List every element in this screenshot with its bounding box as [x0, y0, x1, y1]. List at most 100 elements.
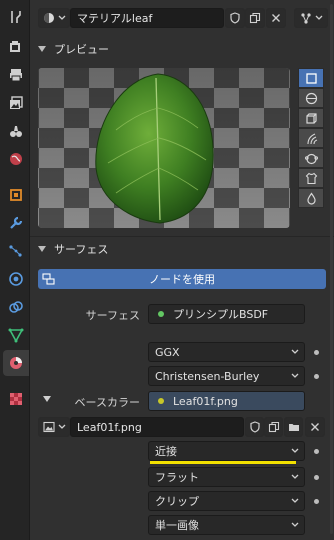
expand-triangle-icon[interactable] — [43, 396, 51, 402]
shader-socket-icon — [158, 311, 164, 317]
tab-modifiers[interactable] — [3, 210, 29, 236]
base-color-input[interactable]: Leaf01f.png — [148, 391, 305, 411]
monkey-icon — [304, 153, 318, 164]
chevron-down-icon — [291, 474, 299, 479]
preview-title: プレビュー — [54, 43, 109, 56]
node-editor-icon — [42, 273, 55, 285]
tab-material[interactable] — [3, 350, 29, 376]
projection-dropdown[interactable]: フラット — [148, 467, 305, 487]
duplicate-icon — [268, 421, 279, 433]
tab-output[interactable] — [3, 62, 29, 88]
unlink-image-button[interactable] — [305, 417, 325, 437]
collapse-triangle-icon — [38, 46, 46, 52]
close-icon — [311, 423, 319, 431]
chevron-down-icon — [291, 349, 299, 354]
keyframe-dot[interactable] — [314, 475, 319, 480]
image-source-dropdown[interactable]: 単一画像 — [148, 515, 305, 535]
collapse-triangle-icon — [38, 246, 46, 252]
tab-constraints[interactable] — [3, 294, 29, 320]
world-icon — [10, 153, 22, 165]
preview-shape-monkey[interactable] — [298, 148, 324, 168]
surface-shader-selector[interactable]: プリンシプルBSDF — [148, 304, 305, 324]
tab-texture[interactable] — [3, 386, 29, 412]
chevron-down-icon — [291, 448, 299, 453]
scrollbar[interactable] — [330, 4, 333, 534]
open-image-button[interactable] — [284, 417, 303, 437]
new-material-button[interactable] — [245, 8, 265, 28]
highlight-underline — [150, 461, 296, 464]
use-nodes-label: ノードを使用 — [149, 273, 215, 286]
keyframe-dot[interactable] — [314, 499, 319, 504]
material-icon — [10, 357, 22, 369]
tab-world[interactable] — [3, 146, 29, 172]
chevron-down-icon — [291, 498, 299, 503]
tab-scene[interactable] — [3, 118, 29, 144]
physics-icon — [9, 272, 23, 286]
particles-icon — [9, 245, 22, 257]
tab-particles[interactable] — [3, 238, 29, 264]
constraint-icon — [9, 301, 23, 313]
surface-section-header[interactable]: サーフェス — [30, 238, 334, 260]
tab-object[interactable] — [3, 182, 29, 208]
tab-physics[interactable] — [3, 266, 29, 292]
keyframe-dot[interactable] — [314, 374, 319, 379]
preview-shape-cloth[interactable] — [298, 168, 324, 188]
hair-icon — [306, 132, 317, 144]
fake-user-button[interactable] — [225, 8, 245, 28]
extension-value: クリップ — [155, 495, 199, 508]
keyframe-dot[interactable] — [314, 350, 319, 355]
color-socket-icon — [158, 398, 164, 404]
properties-tab-strip — [0, 0, 30, 540]
tab-tool[interactable] — [3, 4, 29, 30]
keyframe-dot[interactable] — [314, 449, 319, 454]
preview-render-image — [38, 68, 290, 228]
cube-icon — [305, 112, 317, 124]
surface-shader-value: プリンシプルBSDF — [173, 308, 269, 321]
folder-icon — [288, 424, 299, 431]
material-name: マテリアルleaf — [77, 12, 153, 25]
projection-value: フラット — [155, 471, 199, 484]
chevron-down-icon — [291, 373, 299, 378]
close-icon — [272, 14, 280, 22]
scene-icon — [10, 126, 22, 137]
shield-icon — [230, 12, 240, 24]
material-preview — [38, 68, 290, 228]
image-icon — [42, 421, 55, 433]
sphere-icon — [305, 92, 317, 104]
unlink-material-button[interactable] — [266, 8, 286, 28]
preview-shape-sphere[interactable] — [298, 88, 324, 108]
browse-image-button[interactable] — [38, 417, 70, 437]
preview-shape-selector — [298, 68, 324, 210]
browse-material-button[interactable] — [38, 8, 70, 28]
new-image-button[interactable] — [264, 417, 283, 437]
preview-section-header[interactable]: プレビュー — [30, 38, 334, 60]
distribution-dropdown[interactable]: GGX — [148, 342, 305, 362]
chevron-down-icon — [58, 15, 65, 20]
shield-icon — [249, 421, 260, 433]
material-name-field[interactable]: マテリアルleaf — [70, 8, 224, 28]
tab-view-layer[interactable] — [3, 90, 29, 116]
tool-icon — [11, 11, 21, 23]
image-fake-user-button[interactable] — [245, 417, 264, 437]
base-color-label: ベースカラー — [74, 396, 140, 409]
preview-shape-hair[interactable] — [298, 128, 324, 148]
use-nodes-button[interactable]: ノードを使用 — [38, 269, 326, 289]
image-name: Leaf01f.png — [77, 420, 142, 434]
preview-shape-fluid[interactable] — [298, 188, 324, 208]
chevron-down-icon — [58, 424, 65, 429]
interpolation-dropdown[interactable]: 近接 — [148, 441, 305, 461]
camera-back-icon — [10, 41, 20, 52]
extension-dropdown[interactable]: クリップ — [148, 491, 305, 511]
image-stack-icon — [10, 96, 23, 109]
node-tree-menu-button[interactable] — [294, 8, 328, 28]
preview-shape-plane[interactable] — [298, 68, 324, 88]
preview-shape-cube[interactable] — [298, 108, 324, 128]
tab-data[interactable] — [3, 322, 29, 348]
chevron-down-icon — [315, 15, 322, 20]
interpolation-value: 近接 — [155, 445, 177, 458]
droplet-icon — [306, 191, 316, 205]
tab-render[interactable] — [3, 34, 29, 60]
subsurface-method-dropdown[interactable]: Christensen-Burley — [148, 366, 305, 386]
image-name-field[interactable]: Leaf01f.png — [70, 417, 244, 437]
surface-label: サーフェス — [85, 309, 140, 322]
